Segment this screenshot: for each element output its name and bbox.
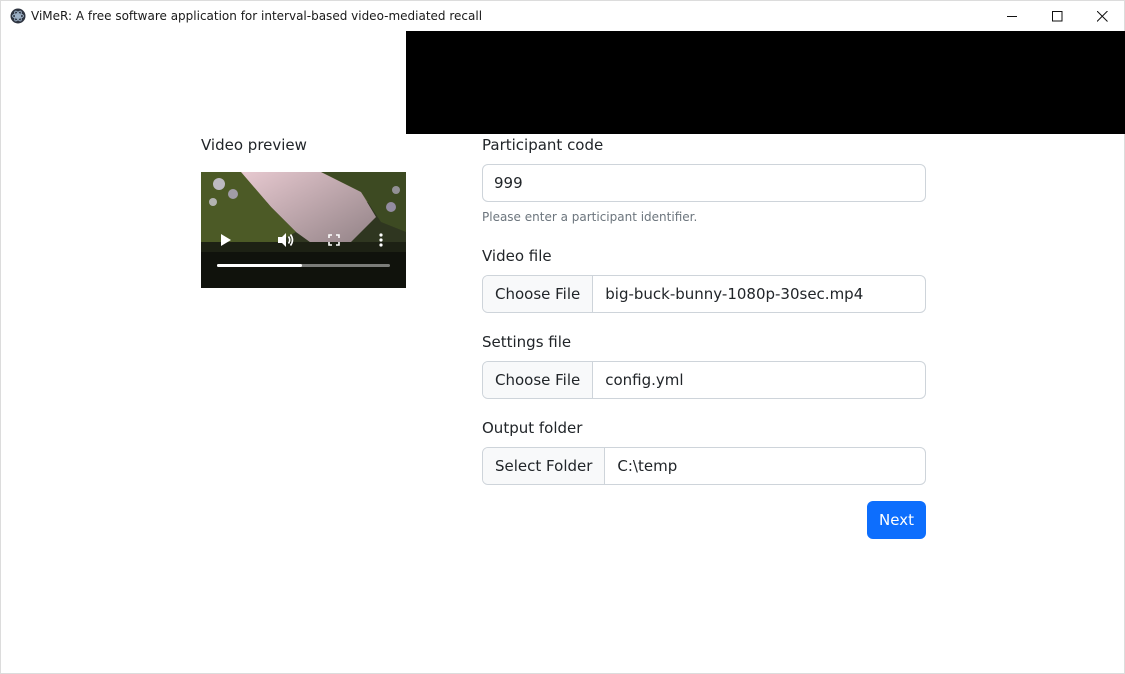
- video-file-input[interactable]: Choose File big-buck-bunny-1080p-30sec.m…: [482, 275, 926, 313]
- play-icon[interactable]: [220, 233, 232, 247]
- settings-choose-file-button[interactable]: Choose File: [483, 362, 594, 398]
- title-bar: ViMeR: A free software application for i…: [1, 1, 1124, 31]
- app-logo-icon: [10, 8, 26, 24]
- participant-code-hint: Please enter a participant identifier.: [482, 210, 698, 224]
- minimize-button[interactable]: [989, 1, 1035, 31]
- video-player[interactable]: [201, 172, 406, 288]
- maximize-button[interactable]: [1034, 1, 1080, 31]
- output-folder-input[interactable]: Select Folder C:\temp: [482, 447, 926, 485]
- minimize-icon: [1006, 15, 1017, 17]
- participant-code-input[interactable]: 999: [482, 164, 926, 202]
- close-button[interactable]: [1079, 1, 1125, 31]
- maximize-icon: [1051, 10, 1062, 21]
- window-title: ViMeR: A free software application for i…: [31, 9, 483, 23]
- volume-icon[interactable]: [277, 232, 295, 248]
- select-folder-button[interactable]: Select Folder: [483, 448, 606, 484]
- more-options-icon[interactable]: [379, 233, 383, 247]
- video-preview-label: Video preview: [201, 136, 307, 154]
- video-progress-bar[interactable]: [217, 264, 390, 267]
- video-file-name: big-buck-bunny-1080p-30sec.mp4: [605, 285, 864, 303]
- settings-file-label: Settings file: [482, 333, 572, 351]
- video-controls: [201, 172, 406, 288]
- video-choose-file-button[interactable]: Choose File: [483, 276, 594, 312]
- video-file-label: Video file: [482, 247, 552, 265]
- settings-file-input[interactable]: Choose File config.yml: [482, 361, 926, 399]
- close-icon: [1096, 10, 1108, 22]
- settings-file-name: config.yml: [605, 371, 684, 389]
- redacted-overlay: [406, 31, 1125, 134]
- app-window: ViMeR: A free software application for i…: [0, 0, 1125, 674]
- output-folder-label: Output folder: [482, 419, 583, 437]
- next-button[interactable]: Next: [867, 501, 926, 539]
- video-progress-fill: [217, 264, 302, 267]
- fullscreen-icon[interactable]: [328, 234, 340, 246]
- participant-code-label: Participant code: [482, 136, 604, 154]
- output-folder-path: C:\temp: [617, 457, 678, 475]
